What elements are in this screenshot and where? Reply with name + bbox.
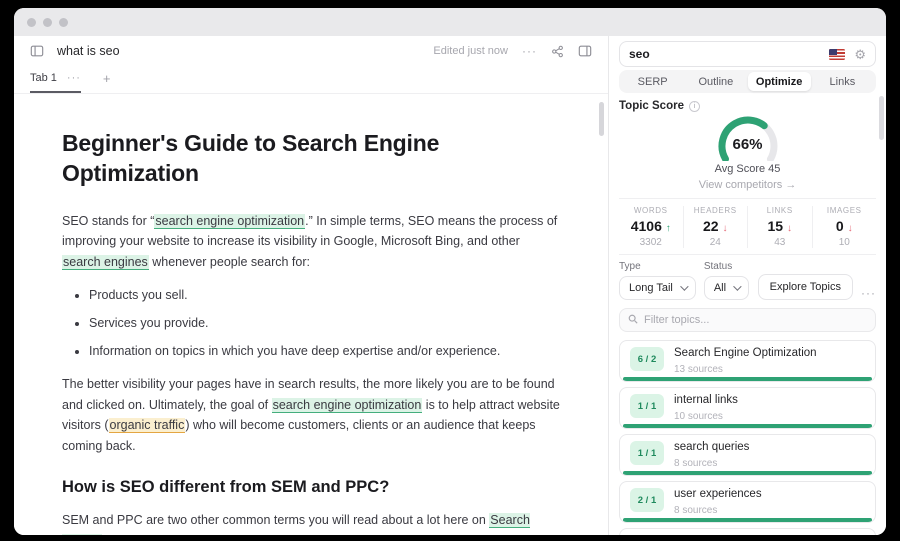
filter-topics-input[interactable] bbox=[644, 314, 867, 326]
topic-card[interactable]: 6 / 2 Search Engine Optimization 13 sour… bbox=[619, 340, 876, 382]
paragraph: SEM and PPC are two other common terms y… bbox=[62, 510, 560, 535]
filter-topics-box bbox=[619, 308, 876, 332]
chevron-down-icon bbox=[680, 282, 688, 290]
filters-more-icon[interactable]: ··· bbox=[861, 286, 876, 300]
doc-heading-1: Beginner's Guide to Search Engine Optimi… bbox=[62, 128, 502, 189]
topics-list: 6 / 2 Search Engine Optimization 13 sour… bbox=[619, 340, 876, 535]
stat-links: LINKS 15 ↓ 43 bbox=[747, 206, 812, 248]
topic-sources: 8 sources bbox=[674, 505, 762, 516]
topic-usage-badge: 1 / 1 bbox=[630, 394, 664, 418]
paragraph: The better visibility your pages have in… bbox=[62, 374, 560, 457]
topic-usage-badge: 6 / 2 bbox=[630, 347, 664, 371]
search-icon bbox=[628, 311, 638, 329]
topic-card[interactable]: 2 / 3 organic traffic bbox=[619, 528, 876, 535]
type-select[interactable]: Long Tail bbox=[619, 276, 696, 300]
document-scrollbar[interactable] bbox=[599, 102, 604, 136]
explore-topics-button[interactable]: Explore Topics bbox=[758, 274, 853, 300]
document-editor[interactable]: Beginner's Guide to Search Engine Optimi… bbox=[14, 94, 608, 535]
arrow-down-icon: ↓ bbox=[848, 223, 853, 234]
topic-usage-badge: 1 / 1 bbox=[630, 441, 664, 465]
bullet-item: Products you sell. bbox=[89, 286, 560, 304]
document-panel: what is seo Edited just now ··· bbox=[14, 36, 608, 535]
keyword-search-box: ⚙ bbox=[619, 41, 876, 67]
topic-progress-bar bbox=[623, 518, 872, 522]
document-toolbar: what is seo Edited just now ··· bbox=[14, 36, 608, 66]
status-select[interactable]: All bbox=[704, 276, 749, 300]
topic-usage-badge: 2 / 1 bbox=[630, 488, 664, 512]
window-titlebar bbox=[14, 8, 886, 36]
arrow-up-icon: ↑ bbox=[666, 223, 671, 234]
bullet-item: Services you provide. bbox=[89, 314, 560, 332]
topic-sources: 13 sources bbox=[674, 364, 817, 375]
tab-1[interactable]: Tab 1 ··· bbox=[30, 72, 81, 93]
chevron-down-icon bbox=[733, 282, 741, 290]
tab-optimize[interactable]: Optimize bbox=[748, 72, 811, 91]
us-flag-icon[interactable] bbox=[829, 49, 845, 60]
arrow-down-icon: ↓ bbox=[787, 223, 792, 234]
seo-side-panel: ⚙ SERP Outline Optimize Links Topic Scor… bbox=[608, 36, 886, 535]
document-title: what is seo bbox=[57, 44, 120, 58]
doc-heading-2: How is SEO different from SEM and PPC? bbox=[62, 478, 560, 497]
topic-progress-bar bbox=[623, 471, 872, 475]
stat-words: WORDS 4106 ↑ 3302 bbox=[619, 206, 683, 248]
topic-filters: Type Long Tail Status All Explore Topics… bbox=[619, 261, 876, 300]
share-icon[interactable] bbox=[551, 45, 564, 58]
topic-progress-bar bbox=[623, 377, 872, 381]
tab-outline[interactable]: Outline bbox=[684, 72, 747, 91]
topic-sources: 10 sources bbox=[674, 411, 738, 422]
more-options-icon[interactable]: ··· bbox=[522, 44, 537, 58]
highlighted-term: search engine optimization bbox=[154, 214, 305, 229]
stat-images: IMAGES 0 ↓ 10 bbox=[812, 206, 877, 248]
panel-toggle-icon[interactable] bbox=[578, 44, 592, 58]
bullet-list: Products you sell. Services you provide.… bbox=[62, 286, 560, 360]
topic-score-gauge: 66% bbox=[710, 115, 786, 161]
highlighted-term: search engine optimization bbox=[272, 398, 423, 413]
highlighted-term: search engines bbox=[62, 255, 149, 270]
info-icon[interactable]: i bbox=[689, 101, 700, 112]
window-control-dot[interactable] bbox=[43, 18, 52, 27]
topic-title: search queries bbox=[674, 441, 749, 455]
avg-score: Avg Score 45 bbox=[619, 163, 876, 175]
document-tabbar: Tab 1 ··· + bbox=[14, 66, 608, 94]
window-control-dot[interactable] bbox=[59, 18, 68, 27]
topic-card[interactable]: 2 / 1 user experiences 8 sources bbox=[619, 481, 876, 523]
bullet-item: Information on topics in which you have … bbox=[89, 342, 560, 360]
add-tab-button[interactable]: + bbox=[103, 71, 111, 93]
topic-card[interactable]: 1 / 1 search queries 8 sources bbox=[619, 434, 876, 476]
highlighted-term: organic traffic bbox=[109, 418, 186, 433]
arrow-down-icon: ↓ bbox=[722, 223, 727, 234]
window-control-dot[interactable] bbox=[27, 18, 36, 27]
keyword-input[interactable] bbox=[629, 47, 829, 61]
topic-card[interactable]: 1 / 1 internal links 10 sources bbox=[619, 387, 876, 429]
content-stats: WORDS 4106 ↑ 3302 HEADERS 22 ↓ 24 LINKS … bbox=[619, 198, 876, 255]
panel-scrollbar[interactable] bbox=[879, 96, 884, 140]
view-competitors-link[interactable]: View competitors → bbox=[619, 179, 876, 191]
tab-links[interactable]: Links bbox=[811, 72, 874, 91]
type-label: Type bbox=[619, 261, 696, 272]
topic-sources: 8 sources bbox=[674, 458, 749, 469]
sidebar-toggle-icon[interactable] bbox=[30, 44, 44, 58]
paragraph: SEO stands for “search engine optimizati… bbox=[62, 211, 560, 273]
tab-1-label: Tab 1 bbox=[30, 72, 57, 84]
arrow-right-icon: → bbox=[785, 179, 796, 191]
tab-menu-icon[interactable]: ··· bbox=[67, 72, 81, 84]
topic-title: internal links bbox=[674, 394, 738, 408]
stat-headers: HEADERS 22 ↓ 24 bbox=[683, 206, 748, 248]
topic-progress-bar bbox=[623, 424, 872, 428]
tab-serp[interactable]: SERP bbox=[621, 72, 684, 91]
topic-score-label: Topic Score bbox=[619, 100, 684, 112]
topic-title: Search Engine Optimization bbox=[674, 347, 817, 361]
panel-tabs: SERP Outline Optimize Links bbox=[619, 70, 876, 93]
edited-status: Edited just now bbox=[433, 45, 508, 57]
topic-title: user experiences bbox=[674, 488, 762, 502]
topic-score-value: 66% bbox=[710, 136, 786, 153]
gear-icon[interactable]: ⚙ bbox=[854, 48, 866, 61]
app-window: what is seo Edited just now ··· bbox=[14, 8, 886, 535]
status-label: Status bbox=[704, 261, 749, 272]
